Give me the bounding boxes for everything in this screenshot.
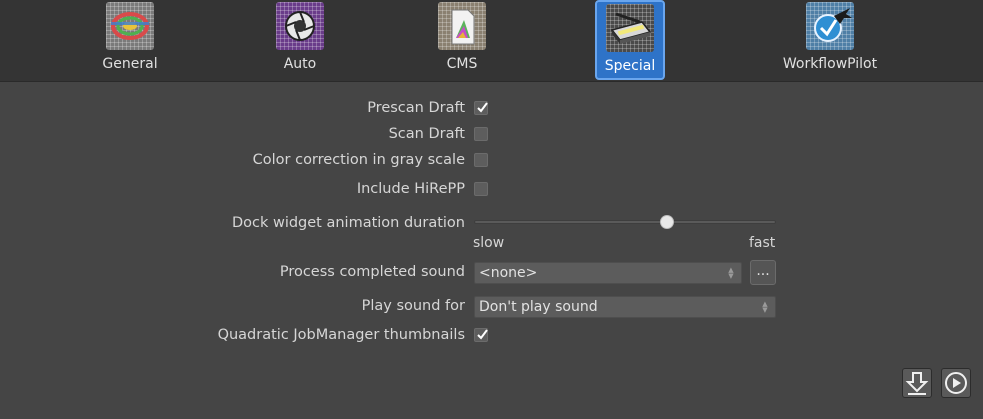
tab-special[interactable]: Special <box>595 0 665 80</box>
save-download-button[interactable] <box>902 368 932 398</box>
download-arrow-icon <box>905 372 929 395</box>
browse-sound-button[interactable]: ... <box>750 260 776 285</box>
preferences-toolbar: General Auto CMS Special WorkflowPilot <box>0 0 983 82</box>
checkmark-icon <box>477 329 488 340</box>
airplane-icon <box>806 2 854 50</box>
scanner-icon <box>606 4 654 52</box>
dock-animation-label: Dock widget animation duration <box>231 215 465 231</box>
process-sound-label: Process completed sound <box>279 264 465 280</box>
tab-cms[interactable]: CMS <box>432 0 492 80</box>
include-hirepp-label: Include HiRePP <box>356 181 465 197</box>
tab-auto-label: Auto <box>283 56 317 72</box>
tab-auto[interactable]: Auto <box>270 0 330 80</box>
scan-draft-label: Scan Draft <box>388 126 465 142</box>
play-circle-icon <box>945 372 967 394</box>
color-wheel-icon <box>106 2 154 50</box>
process-sound-select[interactable]: <none> ▲ ▼ <box>474 262 742 284</box>
color-correction-gray-label: Color correction in gray scale <box>252 152 465 168</box>
tab-special-label: Special <box>604 58 656 74</box>
updown-arrows-icon: ▲ ▼ <box>762 300 768 314</box>
include-hirepp-checkbox[interactable] <box>474 182 488 196</box>
tab-general[interactable]: General <box>100 0 160 80</box>
tab-workflowpilot[interactable]: WorkflowPilot <box>778 0 882 80</box>
tab-general-label: General <box>102 56 158 72</box>
scan-draft-checkbox[interactable] <box>474 127 488 141</box>
quadratic-thumbnails-label: Quadratic JobManager thumbnails <box>217 327 465 343</box>
color-profile-icon <box>438 2 486 50</box>
quadratic-thumbnails-checkbox[interactable] <box>474 328 488 342</box>
prescan-draft-label: Prescan Draft <box>367 100 465 116</box>
process-sound-value: <none> <box>479 265 538 281</box>
play-button[interactable] <box>941 368 971 398</box>
dock-animation-slider-handle[interactable] <box>660 215 675 229</box>
play-sound-for-label: Play sound for <box>361 298 465 314</box>
play-sound-for-select[interactable]: Don't play sound ▲ ▼ <box>474 296 776 318</box>
prescan-draft-checkbox[interactable] <box>474 101 488 115</box>
play-sound-for-value: Don't play sound <box>479 299 598 315</box>
checkmark-icon <box>477 102 488 113</box>
tab-workflowpilot-label: WorkflowPilot <box>782 56 878 72</box>
dock-animation-slider-track[interactable] <box>474 220 776 224</box>
slider-max-label: fast <box>749 235 776 251</box>
updown-arrows-icon: ▲ ▼ <box>728 266 734 280</box>
color-correction-gray-checkbox[interactable] <box>474 153 488 167</box>
aperture-icon <box>276 2 324 50</box>
slider-min-label: slow <box>473 235 505 251</box>
tab-cms-label: CMS <box>446 56 478 72</box>
